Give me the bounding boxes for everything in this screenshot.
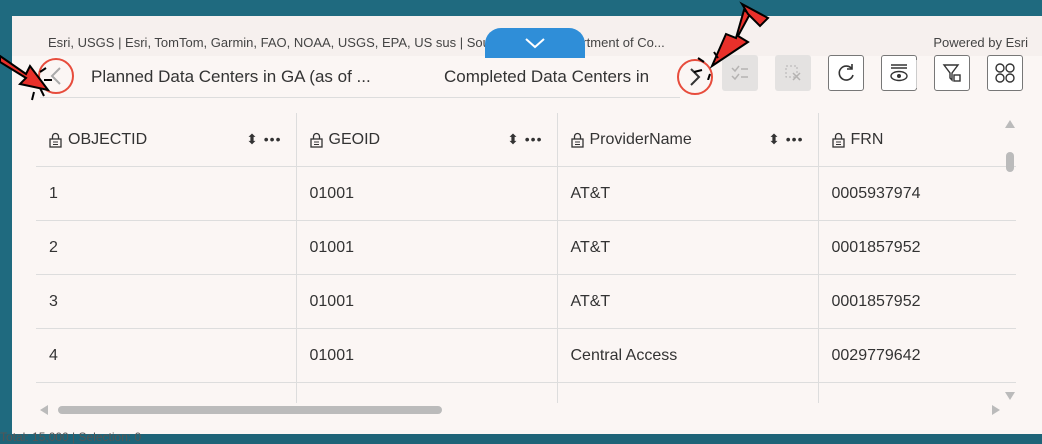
column-header-geoid[interactable]: GEOID ⬍ ••• <box>296 113 558 167</box>
filter-by-extent-button[interactable] <box>934 55 970 91</box>
column-header-label: FRN <box>850 130 884 148</box>
table-cell[interactable]: AT&T <box>557 166 819 221</box>
column-header-actions[interactable]: ⬍ ••• <box>768 131 803 148</box>
filter-by-extent-icon <box>942 64 961 82</box>
sort-icon[interactable]: ⬍ <box>246 131 259 147</box>
table-cell[interactable]: 01001 <box>296 220 558 275</box>
table-cell[interactable]: 1 <box>36 166 297 221</box>
refresh-icon <box>838 64 854 81</box>
zoom-to-button[interactable] <box>987 55 1023 91</box>
table-cell[interactable]: 01001 <box>296 166 558 221</box>
table-cell[interactable]: 01001 <box>296 328 558 383</box>
clear-selection-icon <box>785 65 801 81</box>
column-header-providername[interactable]: ProviderName ⬍ ••• <box>557 113 819 167</box>
red-arrow-pointer <box>0 54 52 101</box>
table-row[interactable]: 2 01001 AT&T 0001857952 <box>36 220 1016 275</box>
zoom-to-icon <box>995 63 1015 83</box>
table-row[interactable] <box>36 382 1016 403</box>
table-cell[interactable] <box>557 382 819 403</box>
table-cell[interactable]: AT&T <box>557 220 819 275</box>
table-row[interactable]: 4 01001 Central Access 0029779642 <box>36 328 1016 383</box>
toolbar-separator <box>916 60 917 88</box>
vertical-scrollbar[interactable] <box>1004 120 1016 400</box>
table-cell[interactable]: 3 <box>36 274 297 329</box>
lock-icon <box>309 132 323 148</box>
table-cell[interactable]: 0005937974 <box>818 166 1016 221</box>
table-cell[interactable]: 2 <box>36 220 297 275</box>
lock-icon <box>570 132 584 148</box>
table-header-row: OBJECTID ⬍ ••• GEOID ⬍ ••• ProviderName <box>36 113 1016 167</box>
record-count-footer: Total: 15,000 | Selection: 0 <box>0 430 142 444</box>
scroll-down-icon[interactable] <box>1005 392 1015 400</box>
show-hide-columns-button[interactable] <box>881 55 917 91</box>
tab-planned-data-centers[interactable]: Planned Data Centers in GA (as of ... <box>91 67 371 87</box>
table-cell[interactable]: 4 <box>36 328 297 383</box>
table-cell[interactable]: Central Access <box>557 328 819 383</box>
red-arrow-pointer <box>693 1 770 80</box>
scroll-right-icon[interactable] <box>992 405 1000 415</box>
more-options-icon[interactable]: ••• <box>786 131 804 147</box>
table-cell[interactable]: 01001 <box>296 274 558 329</box>
table-cell[interactable] <box>296 382 558 403</box>
more-options-icon[interactable]: ••• <box>264 131 282 147</box>
table-cell[interactable] <box>36 382 297 403</box>
table-cell[interactable] <box>818 382 1016 403</box>
refresh-button[interactable] <box>828 55 864 91</box>
lock-icon <box>49 132 62 148</box>
horizontal-scroll-thumb[interactable] <box>58 406 442 414</box>
tab-completed-data-centers[interactable]: Completed Data Centers in <box>444 67 684 87</box>
attribute-table: OBJECTID ⬍ ••• GEOID ⬍ ••• ProviderName <box>36 113 1016 403</box>
column-header-objectid[interactable]: OBJECTID ⬍ ••• <box>36 113 297 167</box>
table-row[interactable]: 1 01001 AT&T 0005937974 <box>36 166 1016 221</box>
show-hide-columns-icon <box>890 64 908 82</box>
table-row[interactable]: 3 01001 AT&T 0001857952 <box>36 274 1016 329</box>
sort-icon[interactable]: ⬍ <box>507 131 520 147</box>
powered-by[interactable]: Powered by Esri <box>933 35 1028 50</box>
scroll-left-icon[interactable] <box>40 405 48 415</box>
column-header-label: GEOID <box>328 130 381 148</box>
tab-divider <box>40 97 680 98</box>
clear-selection-button[interactable] <box>775 55 811 91</box>
lock-icon <box>831 132 845 148</box>
column-header-frn[interactable]: FRN <box>818 113 1016 167</box>
table-cell[interactable]: AT&T <box>557 274 819 329</box>
scroll-up-icon[interactable] <box>1005 120 1015 128</box>
table-cell[interactable]: 0029779642 <box>818 328 1016 383</box>
table-cell[interactable]: 0001857952 <box>818 220 1016 275</box>
column-header-actions[interactable]: ⬍ ••• <box>507 131 542 148</box>
more-options-icon[interactable]: ••• <box>525 131 543 147</box>
collapse-panel-button[interactable] <box>485 28 585 58</box>
column-header-label: OBJECTID <box>68 130 148 148</box>
horizontal-scrollbar[interactable] <box>40 404 1000 416</box>
table-cell[interactable]: 0001857952 <box>818 274 1016 329</box>
column-header-label: ProviderName <box>589 130 692 148</box>
sort-icon[interactable]: ⬍ <box>768 131 781 147</box>
column-header-actions[interactable]: ⬍ ••• <box>246 131 281 148</box>
chevron-down-icon <box>525 38 545 49</box>
vertical-scroll-thumb[interactable] <box>1006 152 1014 172</box>
